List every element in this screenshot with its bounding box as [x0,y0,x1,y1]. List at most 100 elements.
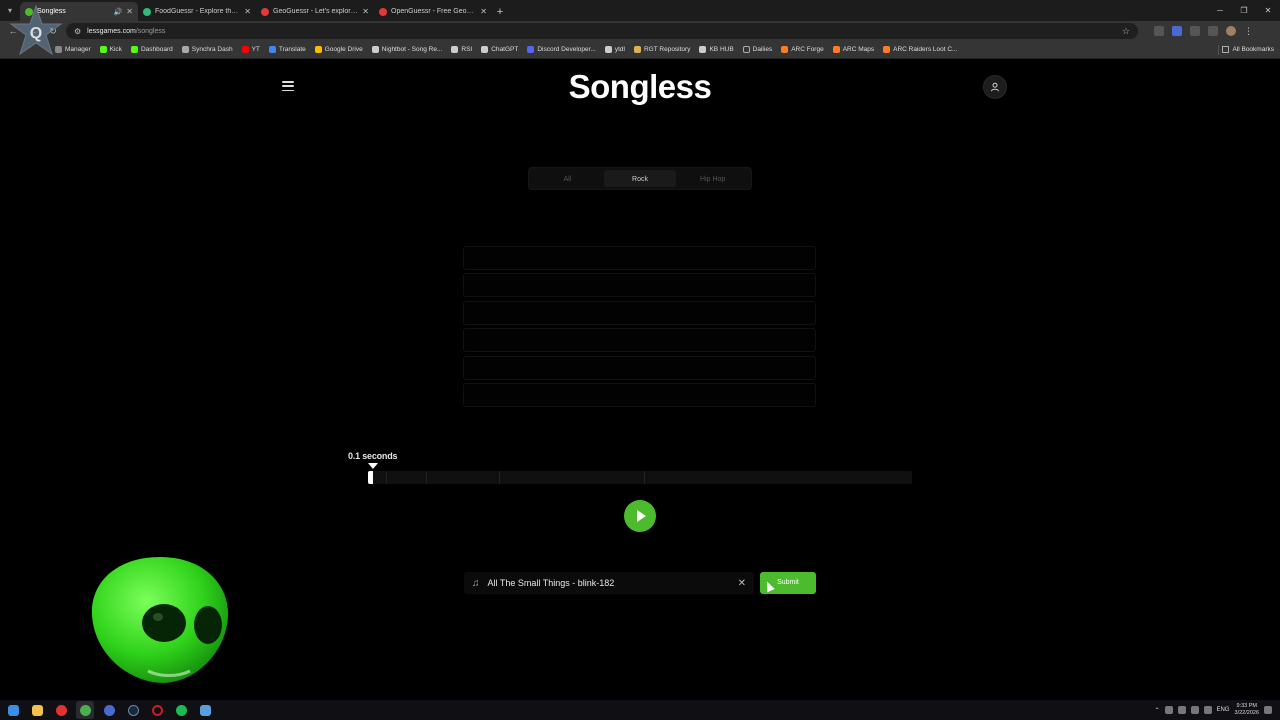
kb-hub-icon [699,46,707,53]
youtube-icon [241,46,249,53]
browser-toolbar: ← → ↻ ⚙ lessgames.com /songless ☆ ⋮ [0,21,1280,41]
minimize-icon[interactable]: ─ [1208,0,1232,21]
bookmark-item[interactable]: Google Drive [314,46,363,53]
bookmark-item[interactable]: KB HUB [699,46,734,53]
extension-icon[interactable] [1154,26,1164,36]
translate-icon [268,46,276,53]
bookmark-item[interactable]: ARC Maps [832,46,874,53]
bookmark-item[interactable]: Discord Developer... [527,46,596,53]
bookmark-label: Manager [65,46,91,53]
close-window-icon[interactable]: ✕ [1256,0,1280,21]
divider [1218,44,1220,55]
bookmark-label: Translate [278,46,306,53]
spotify-icon [175,704,187,716]
bookmark-label: Discord Developer... [537,46,596,53]
bookmark-item[interactable]: Translate [268,46,306,53]
song-search-field[interactable]: ♫ All The Small Things - blink-182 ✕ [464,572,754,594]
clock[interactable]: 9:33 PM 3/22/2026 [1235,703,1259,717]
bookmark-item[interactable]: RGT Repository [633,46,690,53]
tab-openguessr[interactable]: OpenGuessr - Free GeoGuessr ✕ [374,2,492,21]
arc-icon [832,46,840,53]
restore-icon[interactable]: ❐ [1232,0,1256,21]
all-bookmarks[interactable]: All Bookmarks [1218,44,1274,55]
mic-icon[interactable] [1164,706,1173,714]
bookmark-item[interactable]: RSI [451,46,472,53]
new-tab-button[interactable]: + [492,2,508,21]
downloads-icon[interactable] [1208,26,1218,36]
bookmark-item[interactable]: YT [241,46,260,53]
guess-slot [463,382,816,407]
kick-icon [99,46,107,53]
network-icon[interactable] [1177,706,1186,714]
rsi-icon [451,46,459,53]
extensions-puzzle-icon[interactable] [1190,26,1200,36]
clock-time: 9:33 PM [1236,703,1257,709]
bookmarks-bar: Manager Kick Dashboard Synchra Dash YT T… [0,41,1280,59]
menu-dots-icon[interactable]: ⋮ [1244,26,1254,36]
taskbar-app[interactable] [28,701,46,719]
taskbar-app[interactable] [172,701,190,719]
guess-slot [463,355,816,380]
site-logo[interactable]: Songless [0,68,1280,106]
folder-icon [1222,46,1230,53]
language-indicator[interactable]: ENG [1217,707,1230,713]
bookmark-item[interactable]: Synchra Dash [181,46,233,53]
close-tab-icon[interactable]: ✕ [480,7,487,16]
file-explorer-icon [31,704,43,716]
close-tab-icon[interactable]: ✕ [126,7,133,16]
folder-icon [742,46,750,53]
genre-tab-rock[interactable]: Rock [603,170,677,187]
tab-title: OpenGuessr - Free GeoGuessr [391,8,476,15]
start-button[interactable] [4,701,22,719]
play-button[interactable] [624,500,656,532]
site-info-icon[interactable]: ⚙ [74,27,81,36]
taskbar-app[interactable] [52,701,70,719]
user-account-button[interactable] [983,75,1007,99]
close-tab-icon[interactable]: ✕ [244,7,251,16]
tray-chevron-icon[interactable]: ⌃ [1154,707,1159,714]
bookmark-folder[interactable]: Dailies [742,46,772,53]
bookmark-label: Google Drive [324,46,363,53]
bookmark-label: Kick [109,46,122,53]
bookmark-star-icon[interactable]: ☆ [1122,26,1130,37]
genre-tab-hip-hop[interactable]: Hip Hop [676,170,749,187]
bookmark-item[interactable]: ytdl [604,46,625,53]
bookmark-item[interactable]: ChatGPT [481,46,518,53]
notifications-icon[interactable] [1264,706,1272,714]
battery-icon[interactable] [1203,706,1212,714]
guess-slot [463,246,816,270]
tab-foodguessr[interactable]: FoodGuessr - Explore the world ✕ [138,2,256,21]
bookmark-item[interactable]: Kick [99,46,122,53]
playhead-marker-icon [368,463,378,469]
bookmark-icon [181,46,189,53]
close-tab-icon[interactable]: ✕ [362,7,369,16]
taskbar-app[interactable] [148,701,166,719]
taskbar-app[interactable] [76,701,94,719]
chrome-icon [79,704,91,716]
volume-icon[interactable] [1190,706,1199,714]
tab-title: GeoGuessr - Let's explore the w [273,8,358,15]
bookmark-item[interactable]: Nightbot - Song Re... [371,46,442,53]
bookmark-label: YT [251,46,260,53]
clear-icon[interactable]: ✕ [738,578,746,589]
bookmark-item[interactable]: Dashboard [130,46,173,53]
guess-slot [463,300,816,325]
segment-divider [386,471,387,484]
bookmark-item[interactable]: ARC Forge [781,46,824,53]
bookmark-item[interactable]: ARC Raiders Loot C... [883,46,957,53]
genre-tab-all[interactable]: All [531,170,604,187]
address-bar[interactable]: ⚙ lessgames.com /songless ☆ [66,23,1138,39]
speaker-icon[interactable]: 🔊 [114,8,123,16]
snippet-timeline [368,471,912,484]
taskbar-app[interactable] [196,701,214,719]
google-drive-icon [314,46,322,53]
taskbar-app[interactable] [100,701,118,719]
tab-geoguessr[interactable]: GeoGuessr - Let's explore the w ✕ [256,2,374,21]
taskbar-app[interactable] [124,701,142,719]
extension-icon[interactable] [1172,26,1182,36]
profile-avatar-icon[interactable] [1226,26,1236,36]
openguessr-favicon-icon [379,7,387,16]
kick-icon [130,46,138,53]
star-overlay-icon: Q [9,4,63,56]
guess-list [463,246,816,410]
